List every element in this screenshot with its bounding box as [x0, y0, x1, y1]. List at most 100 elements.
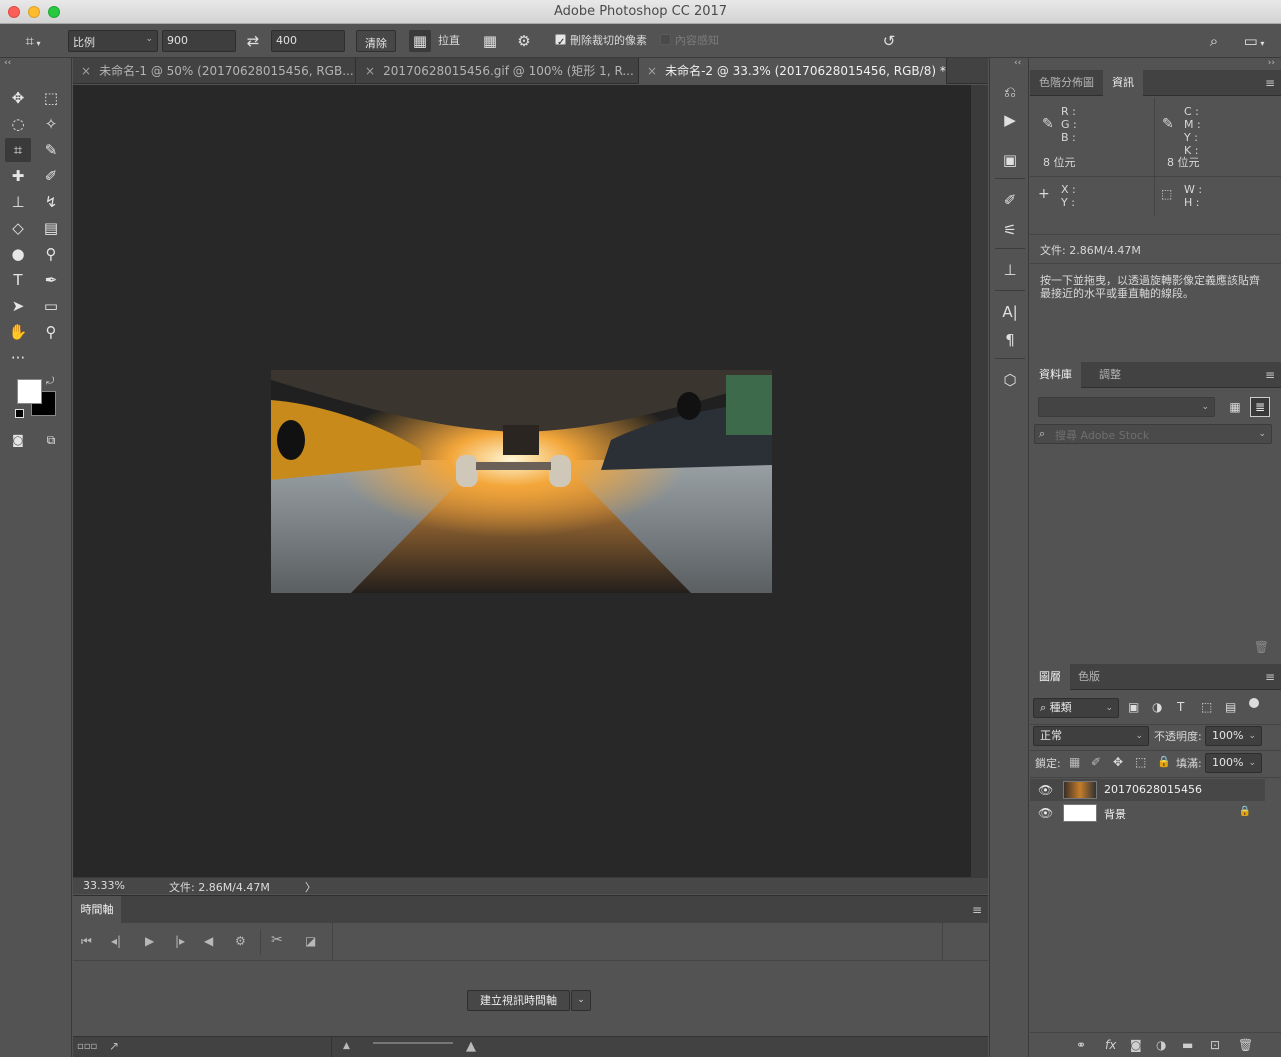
height-input[interactable]: 400 — [271, 30, 345, 52]
new-layer-icon[interactable]: ⊡ — [1210, 1038, 1220, 1052]
reset-icon[interactable]: ↺ — [878, 30, 900, 52]
quick-mask-icon[interactable]: ◙ — [5, 428, 31, 452]
screen-mode-icon[interactable]: ⧉ — [38, 428, 64, 452]
paragraph-icon[interactable]: ¶ — [998, 328, 1022, 352]
gradient-tool-icon[interactable]: ▤ — [38, 216, 64, 240]
workspace-icon[interactable]: ▭ ▾ — [1237, 30, 1271, 52]
dodge-tool-icon[interactable]: ⚲ — [38, 242, 64, 266]
hand-tool-icon[interactable]: ✋ — [5, 320, 31, 344]
content-aware-checkbox[interactable]: 內容感知 — [660, 30, 719, 52]
rectangle-tool-icon[interactable]: ▭ — [38, 294, 64, 318]
healing-brush-tool-icon[interactable]: ✚ — [5, 164, 31, 188]
actions-icon[interactable]: ▶ — [998, 108, 1022, 132]
convert-icon[interactable]: ↗ — [109, 1039, 119, 1053]
next-frame-icon[interactable]: |▸ — [175, 934, 185, 948]
crop-tool-icon[interactable]: ⌗ — [5, 138, 31, 162]
more-tools-icon[interactable]: ··· — [5, 346, 31, 370]
marquee-tool-icon[interactable]: ⬚ — [38, 86, 64, 110]
lock-all-icon[interactable]: 🔒 — [1157, 755, 1171, 768]
close-tab-icon[interactable]: × — [647, 64, 657, 78]
tab-timeline[interactable]: 時間軸 — [73, 896, 121, 924]
collapse-panels-icon[interactable]: ›› — [1268, 58, 1275, 68]
delete-cropped-checkbox[interactable]: 刪除裁切的像素 — [555, 30, 647, 54]
pen-tool-icon[interactable]: ✒ — [38, 268, 64, 292]
clone-source-icon[interactable]: ⊥ — [998, 258, 1022, 282]
zoom-level[interactable]: 33.33% — [83, 879, 125, 892]
info-panel-menu-icon[interactable]: ≡ — [1265, 76, 1275, 90]
layer-name[interactable]: 背景 — [1104, 806, 1126, 822]
ratio-select[interactable]: 比例 ⌄ — [68, 30, 158, 52]
history-brush-tool-icon[interactable]: ↯ — [38, 190, 64, 214]
tab-libraries[interactable]: 資料庫 — [1030, 362, 1081, 388]
fill-input[interactable]: 100% ⌄ — [1205, 753, 1262, 773]
straighten-icon[interactable]: ▦ — [409, 30, 431, 52]
split-icon[interactable]: ✂ — [271, 932, 283, 948]
lasso-tool-icon[interactable]: ◌ — [5, 112, 31, 136]
history-icon[interactable]: ⎌ — [998, 80, 1022, 104]
tab-histogram[interactable]: 色階分佈圖 — [1030, 70, 1103, 96]
library-panel-menu-icon[interactable]: ≡ — [1265, 368, 1275, 382]
first-frame-icon[interactable]: ⏮ — [81, 934, 92, 949]
search-icon[interactable]: ⌕ — [1203, 30, 1225, 52]
magic-wand-tool-icon[interactable]: ✧ — [38, 112, 64, 136]
layer-row[interactable]: 👁 20170628015456 — [1030, 779, 1265, 801]
overlay-grid-icon[interactable]: ▦ — [479, 30, 501, 52]
lock-transparent-icon[interactable]: ▦ — [1069, 755, 1080, 769]
expand-panels-icon[interactable]: ‹‹ — [1014, 58, 1021, 68]
skateboard-image[interactable] — [271, 370, 772, 593]
layers-panel-menu-icon[interactable]: ≡ — [1265, 670, 1275, 684]
lock-artboard-icon[interactable]: ⬚ — [1135, 755, 1146, 769]
link-layers-icon[interactable]: ⚭ — [1076, 1038, 1086, 1052]
canvas-area[interactable] — [73, 85, 971, 877]
visibility-eye-icon[interactable]: 👁 — [1038, 806, 1053, 820]
tab-layers[interactable]: 圖層 — [1030, 664, 1070, 690]
timeline-zoom-slider[interactable] — [373, 1042, 453, 1044]
status-menu-arrow[interactable]: 〉 — [305, 879, 316, 895]
brush-tool-icon[interactable]: ✐ — [38, 164, 64, 188]
adjustment-layer-icon[interactable]: ◑ — [1156, 1038, 1166, 1052]
vertical-scrollbar[interactable] — [971, 85, 988, 877]
tab-info[interactable]: 資訊 — [1103, 70, 1143, 96]
brush-settings-icon[interactable]: ⚟ — [998, 218, 1022, 242]
properties-icon[interactable]: ▣ — [998, 148, 1022, 172]
tab-document-2[interactable]: × 20170628015456.gif @ 100% (矩形 1, R... — [357, 58, 639, 84]
filter-pixel-icon[interactable]: ▣ — [1128, 700, 1139, 714]
filter-shape-icon[interactable]: ⬚ — [1201, 700, 1212, 714]
filter-type-icon[interactable]: T — [1177, 700, 1184, 714]
move-tool-icon[interactable]: ✥ — [5, 86, 31, 110]
gear-icon[interactable]: ⚙ — [513, 30, 535, 52]
timeline-dropdown-button[interactable]: ⌄ — [571, 990, 591, 1011]
audio-icon[interactable]: ◀ — [204, 934, 213, 948]
layer-row[interactable]: 👁 背景 🔒 — [1030, 802, 1265, 824]
frame-animation-icon[interactable]: ▫▫▫ — [77, 1041, 97, 1052]
timeline-settings-icon[interactable]: ⚙ — [235, 934, 246, 948]
path-selection-tool-icon[interactable]: ➤ — [5, 294, 31, 318]
tab-document-1[interactable]: × 未命名-1 @ 50% (20170628015456, RGB... — [73, 58, 356, 84]
visibility-eye-icon[interactable]: 👁 — [1038, 783, 1053, 797]
clone-stamp-tool-icon[interactable]: ⊥ — [5, 190, 31, 214]
character-icon[interactable]: A| — [998, 300, 1022, 324]
tab-channels[interactable]: 色版 — [1069, 664, 1109, 690]
delete-layer-icon[interactable]: 🗑 — [1238, 1038, 1253, 1052]
zoom-tool-icon[interactable]: ⚲ — [38, 320, 64, 344]
timeline-menu-icon[interactable]: ≡ — [972, 903, 982, 917]
collapse-toolbar-icon[interactable]: ‹‹ — [4, 58, 11, 68]
brushes-icon[interactable]: ✐ — [998, 188, 1022, 212]
eraser-tool-icon[interactable]: ◇ — [5, 216, 31, 240]
lock-position-icon[interactable]: ✥ — [1113, 755, 1123, 769]
swap-dimensions-icon[interactable]: ⇄ — [242, 30, 264, 52]
filter-toggle-icon[interactable] — [1249, 698, 1259, 708]
crop-tool-preset-icon[interactable]: ⌗ ▾ — [16, 30, 50, 52]
grid-view-icon[interactable]: ▦ — [1225, 397, 1245, 417]
layer-filter-select[interactable]: ⌕ 種類 ⌄ — [1033, 698, 1119, 718]
library-select[interactable]: ⌄ — [1038, 397, 1215, 417]
create-video-timeline-button[interactable]: 建立視訊時間軸 — [467, 990, 570, 1011]
blur-tool-icon[interactable]: ● — [5, 242, 31, 266]
filter-smart-object-icon[interactable]: ▤ — [1225, 700, 1236, 714]
clear-button[interactable]: 清除 — [356, 30, 396, 52]
trash-icon[interactable]: 🗑 — [1254, 640, 1269, 654]
zoom-out-timeline-icon[interactable]: ▲ — [343, 1041, 350, 1051]
fx-icon[interactable]: fx — [1105, 1038, 1116, 1052]
play-icon[interactable]: ▶ — [145, 934, 154, 948]
type-tool-icon[interactable]: T — [5, 268, 31, 292]
